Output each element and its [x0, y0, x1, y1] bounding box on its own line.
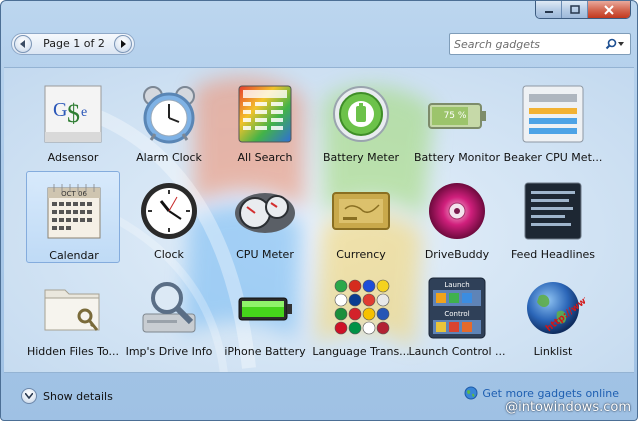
beaker-cpu-meter-icon — [521, 82, 585, 146]
get-more-gadgets-label: Get more gadgets online — [482, 386, 619, 400]
adsensor-icon: G $ e — [41, 82, 105, 146]
maximize-button[interactable] — [562, 1, 588, 18]
clock-icon — [137, 179, 201, 243]
next-page-button[interactable] — [114, 35, 132, 53]
gadget-tile-linklist[interactable]: http://www Linklist — [506, 268, 600, 360]
gadget-label: Currency — [336, 248, 386, 261]
gadget-label: Adsensor — [47, 151, 99, 164]
battery-meter-icon — [329, 82, 393, 146]
gadget-grid: G $ e Adsensor Alarm Clock All Search Ba… — [4, 68, 634, 372]
site-watermark: @intowindows.com — [505, 400, 631, 415]
gadget-tile-drivebuddy[interactable]: DriveBuddy — [410, 171, 504, 263]
hidden-files-icon — [41, 276, 105, 340]
gadget-label: All Search — [237, 151, 293, 164]
get-more-gadgets-link[interactable]: Get more gadgets online — [464, 385, 619, 401]
gadget-label: Battery Meter — [322, 151, 400, 164]
calendar-month: OCT 06 — [61, 190, 87, 198]
pager: Page 1 of 2 — [11, 33, 135, 55]
gadget-tile-drive-info[interactable]: Imp's Drive Info — [122, 268, 216, 360]
gadget-label: Linklist — [533, 345, 573, 358]
gadget-gallery-window: Page 1 of 2 Search gadgets G $ e Adsenso… — [0, 0, 638, 421]
search-box — [449, 33, 631, 55]
launch-control-icon: Launch Control — [425, 276, 489, 340]
gadget-tile-clock[interactable]: Clock — [122, 171, 216, 263]
currency-icon — [329, 179, 393, 243]
language-translator-icon — [329, 276, 393, 340]
search-input[interactable] — [454, 36, 604, 52]
gadget-label: Language Trans... — [312, 345, 410, 358]
previous-page-button[interactable] — [14, 35, 32, 53]
linklist-icon: http://www — [521, 276, 585, 340]
gadget-tile-adsensor[interactable]: G $ e Adsensor — [26, 74, 120, 166]
svg-text:$: $ — [67, 99, 80, 128]
gadget-label: Hidden Files To... — [26, 345, 120, 358]
control-caption: Control — [444, 310, 469, 318]
launch-caption: Launch — [444, 281, 469, 289]
gadget-tile-battery-monitor[interactable]: 75 % Battery Monitor — [410, 74, 504, 166]
svg-text:e: e — [81, 105, 87, 120]
gadget-tile-calendar[interactable]: OCT 06 Calendar — [26, 171, 120, 263]
show-details-button[interactable]: Show details — [21, 387, 113, 405]
battery-readout: 75 % — [444, 111, 467, 121]
maximize-icon — [569, 4, 580, 14]
iphone-battery-icon — [233, 276, 297, 340]
gadget-label: iPhone Battery — [224, 345, 306, 358]
page-indicator: Page 1 of 2 — [43, 37, 105, 50]
gadget-label: CPU Meter — [236, 248, 294, 261]
footer-bar: Show details Get more gadgets online @in… — [1, 375, 637, 419]
close-icon — [604, 4, 614, 15]
gadget-tile-all-search[interactable]: All Search — [218, 74, 312, 166]
gadget-label: DriveBuddy — [424, 248, 490, 261]
gadget-tile-currency[interactable]: Currency — [314, 171, 408, 263]
drive-info-icon — [137, 276, 201, 340]
gadget-tile-feed-headlines[interactable]: Feed Headlines — [506, 171, 600, 263]
calendar-icon: OCT 06 — [42, 180, 106, 244]
svg-text:G: G — [53, 99, 67, 121]
globe-icon — [464, 386, 478, 400]
gadget-tile-iphone-battery[interactable]: iPhone Battery — [218, 268, 312, 360]
gadget-label: Alarm Clock — [136, 151, 202, 164]
gadget-tile-beaker-cpu-meter[interactable]: Beaker CPU Met... — [504, 74, 602, 166]
drivebuddy-icon — [425, 179, 489, 243]
cpu-meter-icon — [233, 179, 297, 243]
caption-buttons — [535, 1, 631, 19]
gadget-label: Clock — [154, 248, 184, 261]
arrow-left-icon — [20, 40, 25, 48]
feed-headlines-icon — [521, 179, 585, 243]
arrow-right-icon — [121, 40, 126, 48]
gadget-tile-battery-meter[interactable]: Battery Meter — [314, 74, 408, 166]
toolbar: Page 1 of 2 — [9, 31, 631, 59]
gadget-label: Battery Monitor — [413, 151, 501, 164]
gadget-label: Beaker CPU Met... — [503, 151, 603, 164]
gadget-label: Imp's Drive Info — [125, 345, 213, 358]
minimize-button[interactable] — [536, 1, 562, 18]
alarm-clock-icon — [137, 82, 201, 146]
expand-details-control — [21, 388, 37, 404]
gadget-tile-alarm-clock[interactable]: Alarm Clock — [122, 74, 216, 166]
search-icon — [605, 38, 624, 50]
minimize-icon — [544, 10, 553, 13]
gadget-label: Launch Control ... — [408, 345, 506, 358]
all-search-icon — [233, 82, 297, 146]
gadget-label: Feed Headlines — [510, 248, 596, 261]
title-bar[interactable] — [1, 1, 637, 27]
gadget-tile-language-translator[interactable]: Language Trans... — [312, 268, 410, 360]
chevron-down-icon — [25, 393, 33, 399]
gadget-tile-cpu-meter[interactable]: CPU Meter — [218, 171, 312, 263]
gadget-tile-hidden-files[interactable]: Hidden Files To... — [26, 268, 120, 360]
search-button[interactable] — [602, 36, 628, 52]
show-details-label: Show details — [43, 389, 113, 403]
gadget-tile-launch-control[interactable]: Launch Control Launch Control ... — [408, 268, 506, 360]
close-button[interactable] — [588, 1, 630, 18]
gadget-grid-area: G $ e Adsensor Alarm Clock All Search Ba… — [4, 67, 634, 373]
gadget-label: Calendar — [49, 249, 99, 262]
battery-monitor-icon: 75 % — [425, 82, 489, 146]
